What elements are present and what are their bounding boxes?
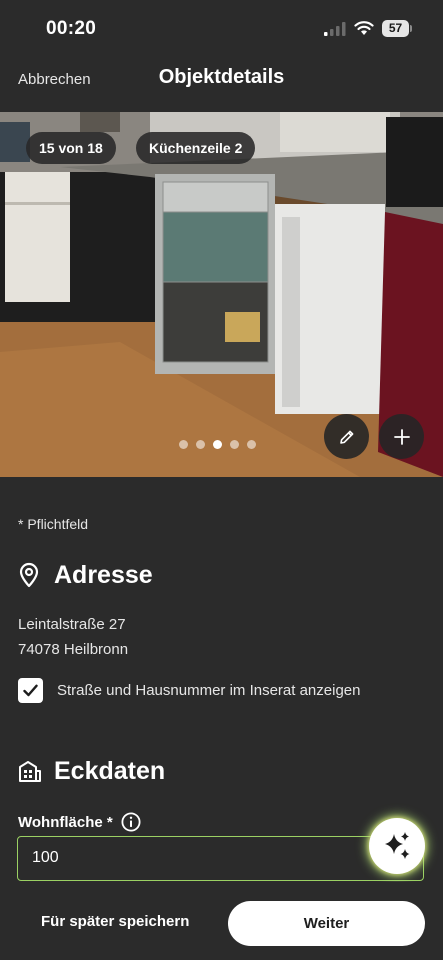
location-pin-icon bbox=[18, 562, 42, 588]
pagination-dots bbox=[179, 440, 256, 450]
add-photo-button[interactable] bbox=[379, 414, 424, 459]
next-button[interactable]: Weiter bbox=[228, 901, 425, 946]
photo-gallery[interactable] bbox=[0, 112, 443, 477]
save-later-button[interactable]: Für später speichern bbox=[41, 913, 189, 930]
status-bar: 00:20 57 bbox=[0, 0, 443, 58]
sparkles-icon bbox=[385, 832, 410, 859]
edit-photo-button[interactable] bbox=[324, 414, 369, 459]
kitchen-photo bbox=[0, 112, 443, 477]
nav-bar: Abbrechen Objektdetails bbox=[0, 58, 443, 102]
pencil-icon bbox=[339, 430, 353, 444]
key-data-heading: Eckdaten bbox=[54, 756, 166, 785]
signal-icon bbox=[324, 22, 346, 36]
pagination-dot[interactable] bbox=[179, 440, 188, 449]
wifi-icon bbox=[354, 21, 374, 35]
pagination-dot[interactable] bbox=[230, 440, 239, 449]
address-city: 74078 Heilbronn bbox=[18, 641, 129, 658]
required-field-note: * Pflichtfeld bbox=[18, 516, 89, 532]
page-title: Objektdetails bbox=[158, 66, 285, 88]
key-data-section-header: Eckdaten bbox=[18, 754, 165, 788]
address-heading: Adresse bbox=[54, 560, 153, 589]
show-address-label: Straße und Hausnummer im Inserat anzeige… bbox=[57, 681, 361, 699]
pagination-dot[interactable] bbox=[247, 440, 256, 449]
living-area-input[interactable]: 100 bbox=[17, 836, 424, 881]
info-icon[interactable] bbox=[121, 812, 141, 832]
battery-icon: 57 bbox=[382, 20, 412, 37]
address-street: Leintalstraße 27 bbox=[18, 616, 126, 633]
photo-counter: 15 von 18 bbox=[26, 132, 116, 164]
show-address-checkbox[interactable] bbox=[18, 677, 43, 703]
pagination-dot[interactable] bbox=[196, 440, 205, 449]
address-section-header: Adresse bbox=[18, 558, 153, 592]
pagination-dot-active[interactable] bbox=[213, 440, 222, 449]
building-icon bbox=[18, 758, 42, 784]
checkmark-icon bbox=[23, 684, 38, 696]
show-address-checkbox-row[interactable]: Straße und Hausnummer im Inserat anzeige… bbox=[18, 677, 360, 703]
plus-icon bbox=[393, 428, 410, 445]
status-time: 00:20 bbox=[46, 18, 97, 39]
room-tag[interactable]: Küchenzeile 2 bbox=[136, 132, 256, 164]
ai-assist-button[interactable] bbox=[369, 818, 425, 874]
living-area-label-row: Wohnfläche * bbox=[18, 812, 141, 832]
battery-level: 57 bbox=[382, 20, 409, 37]
living-area-label: Wohnfläche * bbox=[18, 813, 113, 831]
